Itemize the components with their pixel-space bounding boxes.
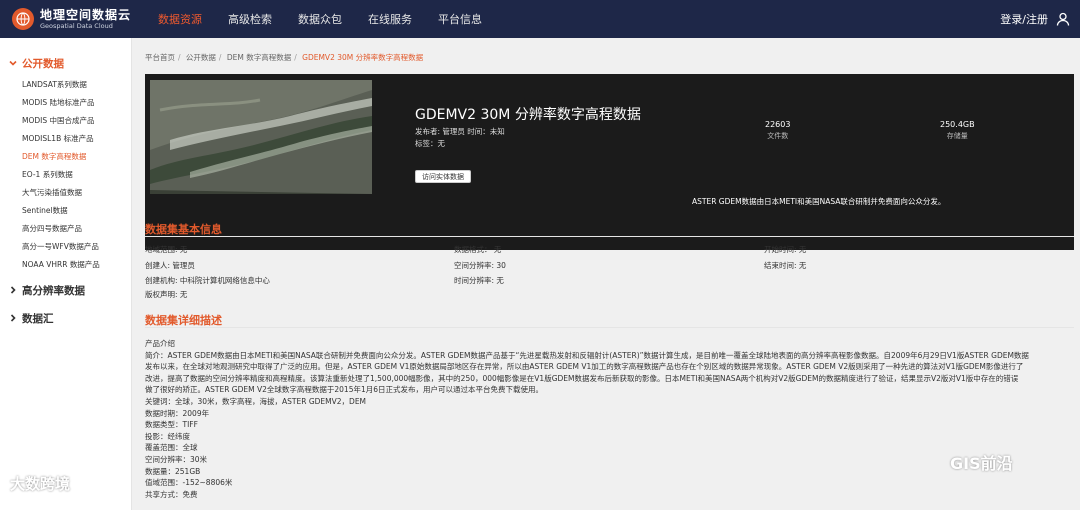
sidebar-section-title: 公开数据	[22, 57, 64, 70]
sidebar-item-noaa[interactable]: NOAA VHRR 数据产品	[0, 256, 131, 274]
storage-size: 250.4GB	[940, 120, 975, 129]
sidebar-item-modis-china[interactable]: MODIS 中国合成产品	[0, 112, 131, 130]
sidebar-item-gf4[interactable]: 高分四号数据产品	[0, 220, 131, 238]
dataset-summary: ASTER GDEM数据由日本METI和美国NASA联合研制并免费面向公众分发。	[692, 197, 946, 206]
nav-data-resources[interactable]: 数据资源	[158, 11, 202, 27]
globe-logo-icon	[12, 8, 34, 30]
storage-label: 存储量	[946, 132, 968, 140]
info-start-time: 开始时间: 无	[764, 245, 807, 254]
desc-line: 产品介绍	[145, 339, 175, 348]
nav-platform-info[interactable]: 平台信息	[438, 11, 482, 27]
sidebar-section-title: 高分辨率数据	[22, 284, 85, 297]
files-count: 22603	[765, 120, 791, 129]
desc-line: 共享方式：免费	[145, 489, 198, 499]
desc-line: 值域范围：-152~8806米	[145, 478, 233, 488]
breadcrumb: 平台首页 / 公开数据 / DEM 数字高程数据 / GDEMV2 30M 分辨率数字…	[145, 53, 424, 62]
info-creator: 创建人: 管理员	[145, 261, 195, 270]
watermark-text: 大数跨境	[10, 475, 71, 493]
visit-data-button[interactable]: 访问实体数据	[415, 170, 471, 183]
desc-line: 数据类型：TIFF	[145, 420, 198, 430]
main-menu: 数据资源 高级检索 数据众包 在线服务 平台信息	[158, 11, 508, 27]
detail-description: 产品介绍 简介：ASTER GDEM数据由日本METI和美国NASA联合研制并免…	[145, 338, 1070, 500]
desc-line: 覆盖范围：全球	[145, 443, 198, 453]
breadcrumb-current: GDEMV2 30M 分辨率数字高程数据	[302, 53, 424, 62]
info-end-time: 结束时间: 无	[764, 261, 807, 270]
desc-line: 做了很好的矫正。ASTER GDEM V2全球数字高程数据于2015年1月6日正…	[145, 385, 544, 395]
desc-line: 发布以来，在全球对地观测研究中取得了广泛的应用。但是，ASTER GDEM V1…	[145, 362, 1024, 372]
chevron-down-icon	[9, 60, 17, 66]
sidebar-section-high-res[interactable]: 高分辨率数据	[0, 279, 131, 301]
info-region: 地域范围: 无	[145, 245, 188, 254]
user-icon[interactable]	[1056, 12, 1070, 26]
divider	[145, 327, 1074, 328]
sidebar: 公开数据 LANDSAT系列数据 MODIS 陆地标准产品 MODIS 中国合成…	[0, 38, 132, 510]
desc-line: 投影：经纬度	[145, 431, 190, 441]
desc-line: 空间分辨率：30米	[145, 454, 208, 464]
dataset-thumbnail	[150, 80, 372, 194]
sidebar-item-eo1[interactable]: EO-1 系列数据	[0, 166, 131, 184]
sidebar-section-data-hub[interactable]: 数据汇	[0, 307, 131, 329]
top-navbar: 地理空间数据云 Geospatial Data Cloud 数据资源 高级检索 …	[0, 0, 1080, 38]
sidebar-item-modis-land[interactable]: MODIS 陆地标准产品	[0, 94, 131, 112]
login-register-link[interactable]: 登录/注册	[1000, 11, 1048, 27]
nav-advanced-search[interactable]: 高级检索	[228, 11, 272, 27]
sidebar-item-dem[interactable]: DEM 数字高程数据	[0, 148, 131, 166]
info-spatial-resolution: 空间分辨率: 30	[454, 261, 506, 270]
info-format: 数据格式： 无	[454, 245, 502, 254]
sidebar-item-landsat[interactable]: LANDSAT系列数据	[0, 76, 131, 94]
sidebar-section-title: 数据汇	[22, 312, 54, 325]
files-stat: 22603 文件数	[765, 120, 790, 141]
info-copyright: 版权声明: 无	[145, 290, 188, 299]
logo-subtitle: Geospatial Data Cloud	[40, 21, 113, 30]
dataset-publisher: 发布者: 管理员 时间：未知	[415, 127, 505, 136]
sidebar-item-sentinel[interactable]: Sentinel数据	[0, 202, 131, 220]
sidebar-section-public-data[interactable]: 公开数据	[0, 52, 131, 74]
desc-line: 关键词：全球，30米，数字高程，海拔，ASTER GDEMV2，DEM	[145, 396, 367, 406]
info-organization: 创建机构: 中科院计算机网络信息中心	[145, 276, 270, 285]
desc-line: 数据量：251GB	[145, 466, 201, 476]
breadcrumb-public-data[interactable]: 公开数据	[186, 53, 216, 62]
sidebar-item-modisl1b[interactable]: MODISL1B 标准产品	[0, 130, 131, 148]
detail-title: 数据集详细描述	[145, 314, 222, 327]
dataset-meta: 发布者: 管理员 时间：未知 标签：无	[415, 126, 505, 150]
basic-info-title: 数据集基本信息	[145, 223, 222, 236]
breadcrumb-dem[interactable]: DEM 数字高程数据	[227, 53, 291, 62]
divider	[145, 236, 1074, 237]
dataset-tags: 标签：无	[415, 139, 445, 148]
nav-online-services[interactable]: 在线服务	[368, 11, 412, 27]
desc-line: 改进，提高了数据的空间分辨率精度和高程精度。该算法重新处理了1,500,000幅…	[145, 373, 1019, 383]
dataset-title: GDEMV2 30M 分辨率数字高程数据	[415, 107, 641, 123]
sidebar-item-air-pollution[interactable]: 大气污染插值数据	[0, 184, 131, 202]
chevron-right-icon	[10, 314, 16, 322]
desc-line: 数据时期：2009年	[145, 408, 210, 418]
main-content: 平台首页 / 公开数据 / DEM 数字高程数据 / GDEMV2 30M 分辨率数字…	[140, 38, 1080, 510]
watermark-text: GIS前沿	[950, 454, 1013, 473]
nav-data-crowdsourcing[interactable]: 数据众包	[298, 11, 342, 27]
sidebar-item-gf1-wfv[interactable]: 高分一号WFV数据产品	[0, 238, 131, 256]
chevron-right-icon	[10, 286, 16, 294]
logo-title: 地理空间数据云	[40, 7, 132, 22]
desc-line: 简介：ASTER GDEM数据由日本METI和美国NASA联合研制并免费面向公众…	[145, 350, 1029, 360]
breadcrumb-home[interactable]: 平台首页	[145, 53, 175, 62]
dataset-banner: GDEMV2 30M 分辨率数字高程数据 发布者: 管理员 时间：未知 标签：无…	[145, 74, 1074, 250]
info-temporal-resolution: 时间分辨率: 无	[454, 276, 504, 285]
storage-stat: 250.4GB 存储量	[940, 120, 975, 141]
files-label: 文件数	[767, 132, 789, 140]
site-logo[interactable]: 地理空间数据云 Geospatial Data Cloud	[12, 8, 132, 30]
